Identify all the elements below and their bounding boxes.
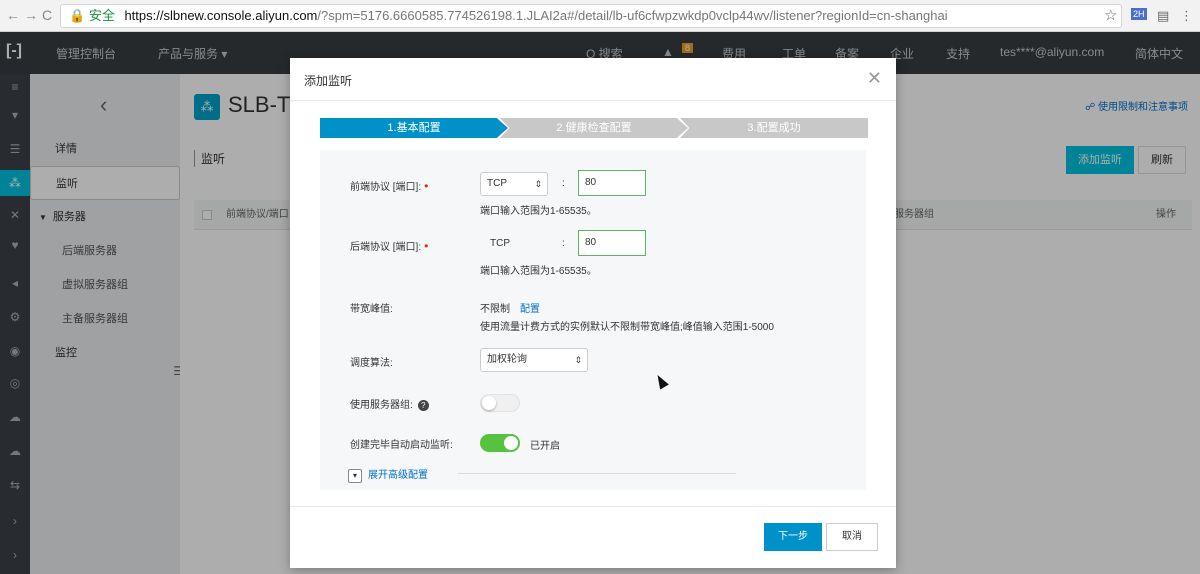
backend-protocol-value: TCP <box>490 238 510 249</box>
help-icon[interactable]: ? <box>417 399 429 411</box>
browser-menu-icon[interactable]: ⋮ <box>1180 8 1193 24</box>
toggle-knob <box>482 396 496 410</box>
server-group-toggle[interactable] <box>480 394 520 412</box>
toggle-knob <box>504 436 518 450</box>
backend-protocol-label: 后端协议 [端口]: • <box>350 239 429 253</box>
extension-2-icon[interactable]: ▤ <box>1157 8 1169 24</box>
step-basic-config: 1.基本配置 <box>320 118 508 138</box>
step-health-check: 2.健康检查配置 <box>500 118 688 138</box>
chevron-down-icon: ▾ <box>348 469 362 483</box>
select-arrows-icon: ⇕ <box>574 355 582 365</box>
bandwidth-hint: 使用流量计费方式的实例默认不限制带宽峰值;峰值输入范围1-5000 <box>480 322 774 333</box>
dialog-title: 添加监听 <box>304 74 353 88</box>
secure-label: 安全 <box>88 8 115 23</box>
add-listener-dialog: 添加监听 ✕ 1.基本配置 2.健康检查配置 3.配置成功 前端协议 [端口]:… <box>290 58 896 568</box>
required-marker: • <box>424 179 429 193</box>
port-separator: : <box>562 178 565 189</box>
step-success: 3.配置成功 <box>680 118 868 138</box>
frontend-protocol-select[interactable]: TCP ⇕ <box>480 172 548 196</box>
url-path: /?spm=5176.6660585.774526198.1.JLAI2a#/d… <box>317 8 948 23</box>
select-arrows-icon: ⇕ <box>534 179 542 189</box>
footer-divider <box>290 506 896 507</box>
reload-icon[interactable]: C <box>42 7 52 23</box>
url-host: https://slbnew.console.aliyun.com <box>124 8 318 23</box>
frontend-protocol-label: 前端协议 [端口]: • <box>350 179 429 193</box>
backend-port-hint: 端口输入范围为1-65535。 <box>480 266 597 277</box>
bandwidth-label: 带宽峰值: <box>350 304 393 315</box>
advanced-divider <box>458 473 736 474</box>
autostart-label: 创建完毕自动启动监听: <box>350 440 453 451</box>
autostart-status: 已开启 <box>530 441 560 452</box>
frontend-port-input[interactable]: 80 <box>578 170 646 196</box>
title-divider <box>290 100 896 101</box>
backend-port-input[interactable]: 80 <box>578 230 646 256</box>
address-bar[interactable]: 🔒 安全 https://slbnew.console.aliyun.com/?… <box>60 4 1122 28</box>
lock-icon: 🔒 <box>69 8 86 23</box>
wizard-steps: 1.基本配置 2.健康检查配置 3.配置成功 <box>320 118 868 138</box>
bandwidth-config-link[interactable]: 配置 <box>520 300 540 315</box>
algorithm-label: 调度算法: <box>350 358 393 369</box>
frontend-port-hint: 端口输入范围为1-65535。 <box>480 206 597 217</box>
close-icon[interactable]: ✕ <box>867 68 882 89</box>
bookmark-star-icon[interactable]: ☆ <box>1104 6 1117 24</box>
required-marker: • <box>424 239 429 253</box>
back-icon[interactable]: ← <box>6 7 20 23</box>
next-button[interactable]: 下一步 <box>764 523 822 551</box>
algorithm-select[interactable]: 加权轮询 ⇕ <box>480 348 588 372</box>
server-group-label: 使用服务器组:? <box>350 396 429 411</box>
bandwidth-value: 不限制 <box>480 304 510 315</box>
port-separator: : <box>562 238 565 249</box>
forward-icon[interactable]: → <box>24 7 38 23</box>
expand-advanced-toggle[interactable]: ▾ 展开高级配置 <box>348 466 428 483</box>
browser-toolbar: ← → C 🔒 安全 https://slbnew.console.aliyun… <box>0 0 1200 32</box>
extension-icon[interactable]: 2H <box>1131 8 1147 20</box>
form-panel: 前端协议 [端口]: • TCP ⇕ : 80 端口输入范围为1-65535。 后端… <box>320 150 866 490</box>
autostart-toggle[interactable] <box>480 434 520 452</box>
cancel-button[interactable]: 取消 <box>826 523 878 551</box>
